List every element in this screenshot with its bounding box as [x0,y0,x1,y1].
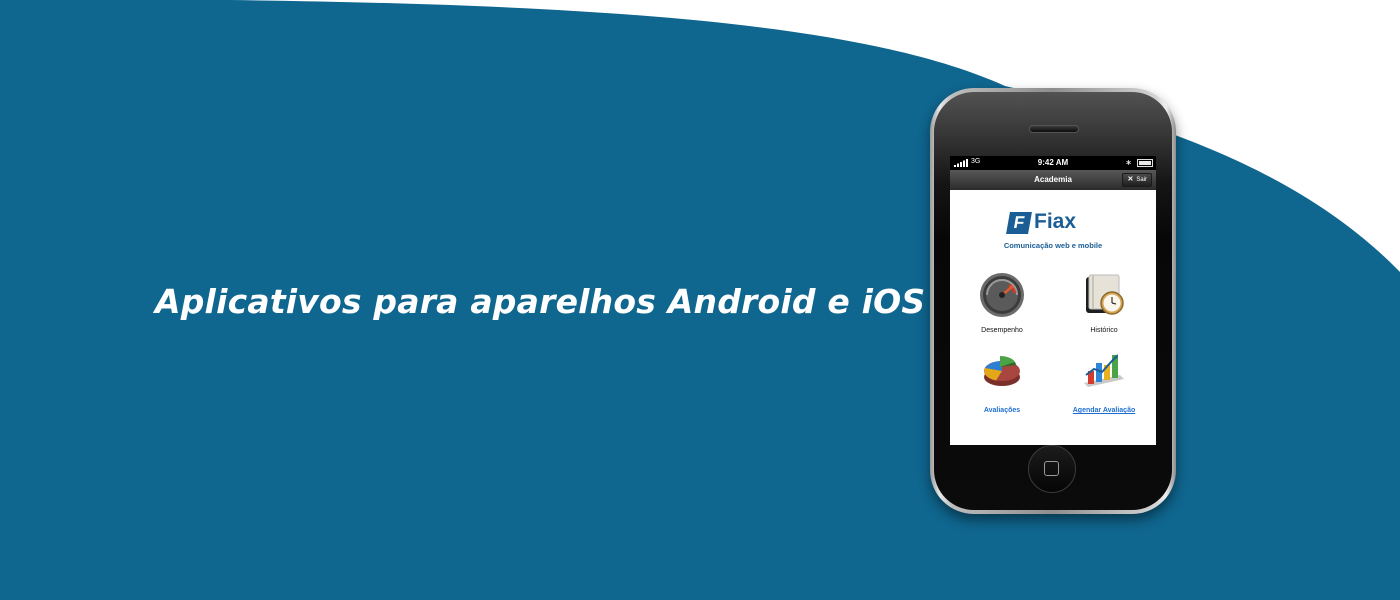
headline: Aplicativos para aparelhos Android e iOS [155,282,926,321]
exit-button[interactable]: ✕ Sair [1122,173,1152,187]
pie-chart-icon [984,356,1020,386]
clock-history-icon [1086,274,1124,315]
home-square-icon [1044,461,1059,476]
status-bar: 3G 9:42 AM ∗ [950,156,1156,170]
menu-item-desempenho[interactable]: Desempenho [952,271,1052,351]
menu-label-avaliacoes: Avaliações [983,407,1021,414]
menu-label-historico: Histórico [1090,327,1118,334]
exit-label: Sair [1136,177,1147,183]
speedometer-icon [980,273,1024,317]
phone-screen: 3G 9:42 AM ∗ Academia ✕ Sair F Fiax Comu… [950,156,1156,445]
bar-chart-icon [1084,354,1124,387]
fiax-logo-name: Fiax [1034,210,1077,233]
fiax-tagline: Comunicação web e mobile [1003,241,1103,250]
bluetooth-icon: ∗ [1125,158,1132,167]
fiax-logo-mark: F [1006,212,1032,234]
home-button[interactable] [1028,445,1076,493]
menu-item-avaliacoes[interactable]: Avaliações [952,345,1052,425]
speaker-grille [1029,125,1079,133]
menu-label-agendar-avaliacao: Agendar Avaliação [1072,407,1136,414]
menu-label-desempenho: Desempenho [981,327,1023,334]
nav-bar: Academia ✕ Sair [950,170,1156,190]
menu-item-historico[interactable]: Histórico [1054,271,1154,351]
menu-item-agendar-avaliacao[interactable]: Agendar Avaliação [1054,345,1154,425]
battery-icon [1137,159,1153,167]
phone-mockup: 3G 9:42 AM ∗ Academia ✕ Sair F Fiax Comu… [930,88,1176,514]
close-icon: ✕ [1127,176,1134,183]
